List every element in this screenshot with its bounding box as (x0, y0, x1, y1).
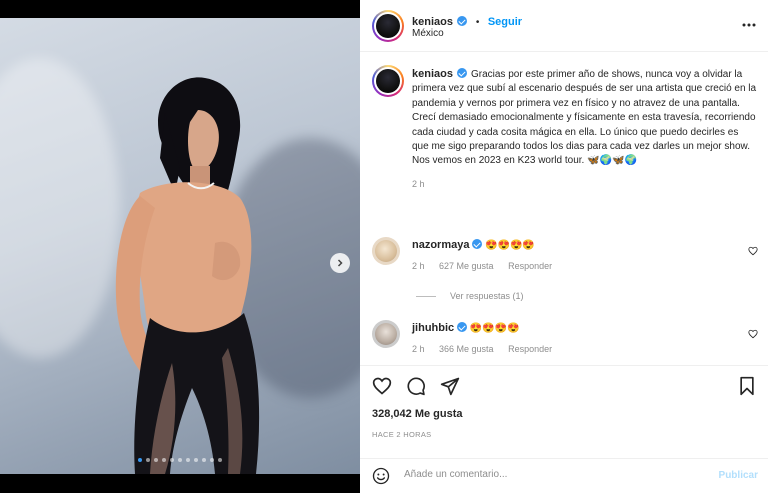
post-side-panel: keniaos • Seguir México keniaos Gracias p… (360, 0, 768, 493)
carousel-dot (178, 458, 182, 462)
post-username[interactable]: keniaos (412, 16, 453, 28)
replies-divider (416, 295, 436, 297)
caption-text-2: Crecí demasiado emocionalmente y físicam… (412, 112, 756, 167)
post-caption: keniaos Gracias por este primer año de sh… (412, 67, 757, 191)
caption-time: 2 h (412, 178, 425, 189)
view-replies-label: Ver respuestas (1) (450, 291, 524, 301)
comment-time: 2 h (412, 344, 425, 354)
comment-meta: 2 h 627 Me gusta Responder (412, 261, 564, 271)
likes-count[interactable]: 328,042 Me gusta (372, 408, 463, 420)
comment-username[interactable]: nazormaya (412, 239, 469, 251)
carousel-dot (146, 458, 150, 462)
comment-time: 2 h (412, 261, 425, 271)
post-photo (115, 77, 260, 474)
caption-username[interactable]: keniaos (412, 68, 453, 80)
add-comment-bar: Publicar (360, 458, 768, 493)
follow-button[interactable]: Seguir (488, 16, 522, 28)
bookmark-icon[interactable] (738, 376, 756, 396)
heart-icon[interactable] (372, 376, 392, 396)
carousel-dot (154, 458, 158, 462)
post-modal: keniaos • Seguir México keniaos Gracias p… (0, 0, 768, 493)
carousel-indicator (138, 458, 222, 462)
post-time: HACE 2 HORAS (372, 430, 432, 439)
reply-button[interactable]: Responder (508, 261, 552, 271)
emoji-icon[interactable] (372, 467, 390, 485)
caption-avatar[interactable] (372, 65, 404, 97)
post-location[interactable]: México (412, 28, 444, 39)
chevron-right-icon (337, 259, 343, 267)
share-icon[interactable] (440, 376, 460, 396)
carousel-dot (170, 458, 174, 462)
verified-icon (457, 16, 468, 26)
carousel-dot (186, 458, 190, 462)
post-header: keniaos • Seguir México (360, 0, 768, 52)
verified-icon (472, 239, 483, 249)
comment-text: 😍😍😍😍 (469, 323, 520, 334)
comment-username[interactable]: jihuhbic (412, 322, 454, 334)
comment-meta: 2 h 366 Me gusta Responder (412, 344, 564, 354)
comment-text: 😍😍😍😍 (485, 240, 535, 251)
carousel-dot (202, 458, 206, 462)
header-separator: • (475, 17, 480, 28)
carousel-dot (194, 458, 198, 462)
carousel-dot (210, 458, 214, 462)
avatar[interactable] (372, 10, 404, 42)
comment-body: nazormaya 😍😍😍😍 (412, 239, 535, 251)
view-replies-button[interactable]: Ver respuestas (1) (416, 291, 524, 301)
comment-avatar[interactable] (372, 320, 400, 348)
post-media[interactable] (0, 18, 360, 474)
more-icon[interactable] (742, 14, 756, 30)
comment-body: jihuhbic 😍😍😍😍 (412, 322, 520, 334)
heart-icon[interactable] (748, 329, 758, 339)
comment-input[interactable] (404, 469, 704, 480)
comment-icon[interactable] (406, 376, 426, 396)
comment-likes[interactable]: 627 Me gusta (439, 261, 494, 271)
post-actions (360, 365, 768, 405)
carousel-next-button[interactable] (330, 253, 350, 273)
comments-list[interactable]: keniaos Gracias por este primer año de sh… (360, 53, 768, 363)
carousel-dot (162, 458, 166, 462)
comment-avatar[interactable] (372, 237, 400, 265)
verified-icon (456, 322, 467, 332)
carousel-dot (138, 458, 142, 462)
publish-button[interactable]: Publicar (719, 470, 758, 481)
reply-button[interactable]: Responder (508, 344, 552, 354)
verified-icon (456, 68, 467, 78)
comment-likes[interactable]: 366 Me gusta (439, 344, 494, 354)
carousel-dot (218, 458, 222, 462)
heart-icon[interactable] (748, 246, 758, 256)
